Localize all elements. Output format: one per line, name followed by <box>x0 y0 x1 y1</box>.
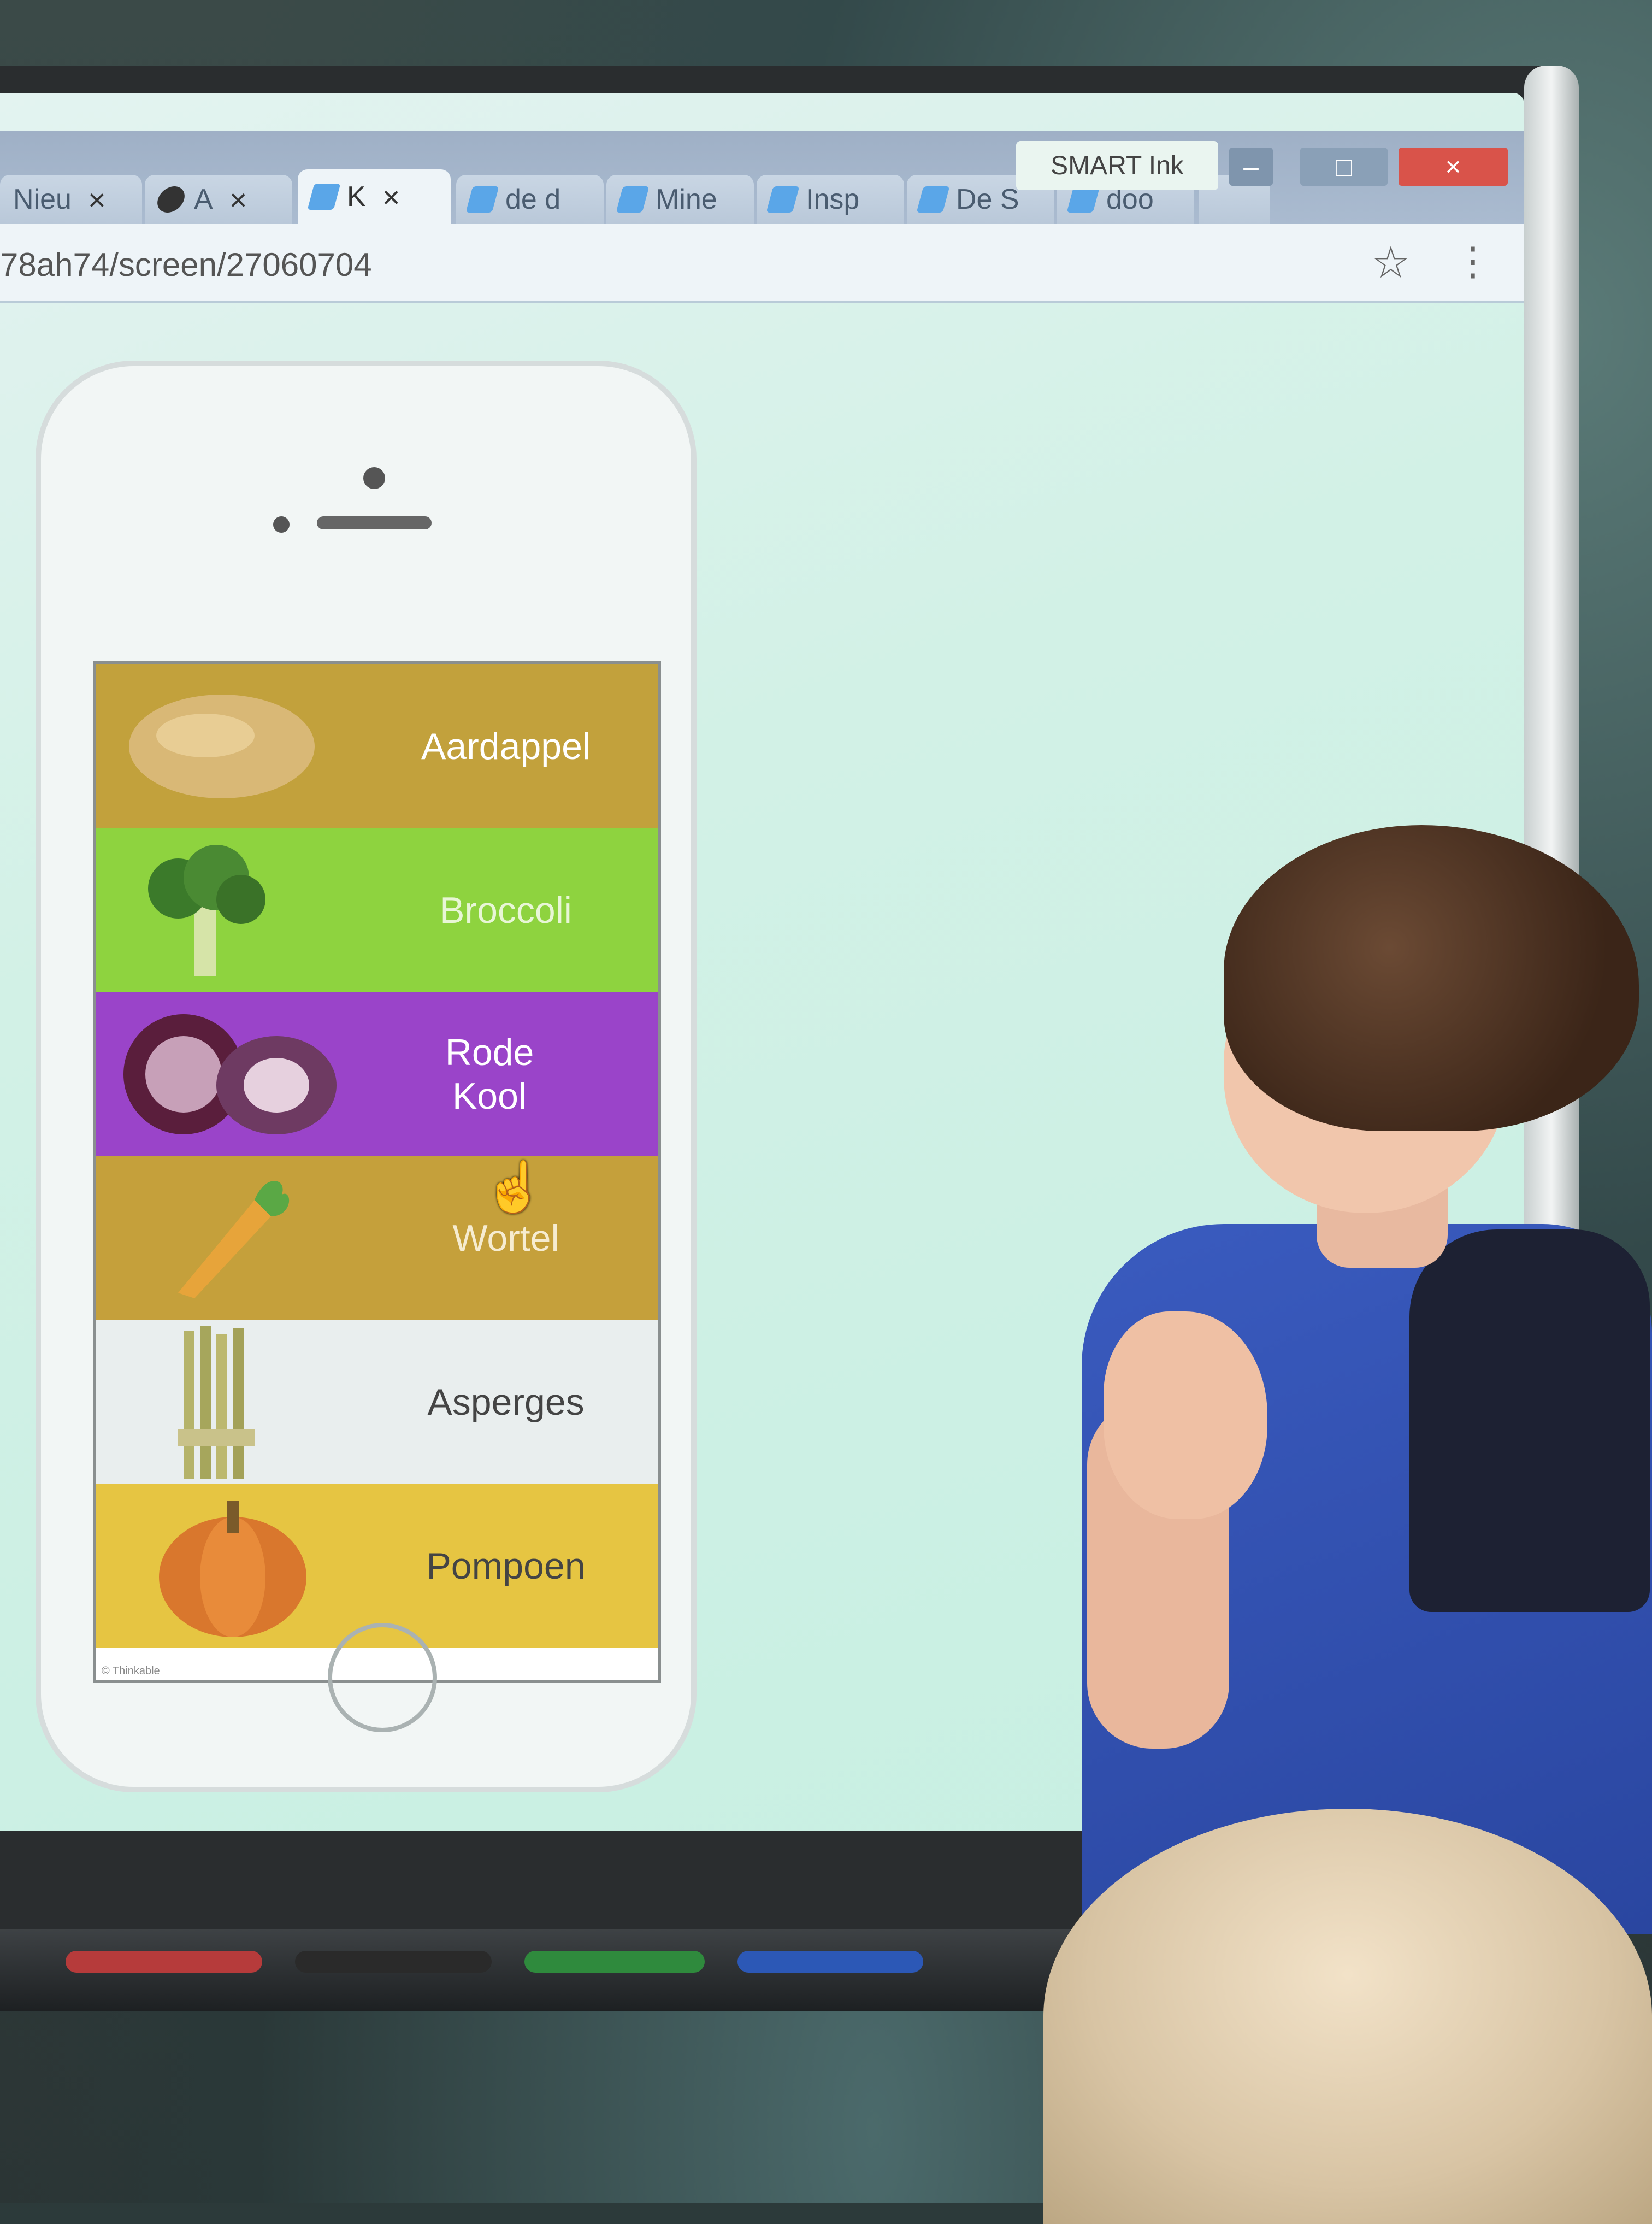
smart-ink-toolbar[interactable]: SMART Ink <box>1016 141 1218 190</box>
feather-icon <box>616 186 650 213</box>
vegetable-list-app: Aardappel Broccoli Rode Kool Wortel Asperges… <box>93 661 661 1683</box>
minimize-button[interactable]: – <box>1229 148 1273 186</box>
tab-5[interactable]: Mine <box>606 175 754 224</box>
speaker-slot <box>317 516 432 529</box>
sensor-dot <box>273 516 290 533</box>
tab-3-active[interactable]: K × <box>298 169 451 224</box>
app-footer: © Thinkable <box>102 1665 160 1677</box>
feather-icon <box>1066 186 1100 213</box>
red-marker[interactable] <box>66 1951 262 1973</box>
list-item[interactable]: Asperges <box>96 1320 658 1484</box>
tab-label: De S <box>956 184 1019 215</box>
potato-icon <box>123 686 320 809</box>
black-marker[interactable] <box>295 1951 492 1973</box>
boy-sleeve <box>1409 1229 1650 1612</box>
bookmark-star-icon[interactable]: ☆ <box>1371 237 1411 288</box>
feather-icon <box>307 184 341 210</box>
list-item-label: Aardappel <box>421 726 591 767</box>
tab-close-icon[interactable]: × <box>229 182 247 217</box>
menu-dots-icon[interactable]: ⋮ <box>1453 238 1492 284</box>
yin-yang-icon <box>154 186 188 213</box>
list-item-label: Broccoli <box>440 890 572 931</box>
red-cabbage-icon <box>118 1003 347 1148</box>
tab-label: A <box>194 184 213 215</box>
list-item-label: Pompoen <box>426 1545 586 1587</box>
tab-label: Insp <box>806 184 860 215</box>
maximize-button[interactable]: □ <box>1300 148 1388 186</box>
list-item[interactable]: Rode Kool <box>96 992 658 1156</box>
close-window-button[interactable]: × <box>1399 148 1508 186</box>
smart-ink-label: SMART Ink <box>1051 151 1184 180</box>
list-item[interactable]: Wortel <box>96 1156 658 1320</box>
tab-1[interactable]: Nieu × <box>0 175 142 224</box>
asparagus-icon <box>167 1320 266 1487</box>
tab-6[interactable]: Insp <box>757 175 904 224</box>
address-bar[interactable]: 78ah74/screen/27060704 ☆ ⋮ <box>0 224 1524 303</box>
broccoli-icon <box>134 839 276 984</box>
tab-label: de d <box>505 184 561 215</box>
list-item-label: Rode Kool <box>445 1032 534 1117</box>
feather-icon <box>766 186 800 213</box>
home-button[interactable] <box>328 1623 437 1732</box>
phone-mockup: Aardappel Broccoli Rode Kool Wortel Asperges… <box>36 361 697 1792</box>
pumpkin-icon <box>151 1490 315 1645</box>
tab-close-icon[interactable]: × <box>382 179 400 215</box>
tab-label: Nieu <box>13 184 72 215</box>
tab-4[interactable]: de d <box>456 175 604 224</box>
list-item[interactable]: Aardappel <box>96 664 658 828</box>
boy-hands <box>1104 1311 1267 1519</box>
list-item-label: Asperges <box>427 1381 585 1423</box>
tab-2[interactable]: A × <box>145 175 292 224</box>
feather-icon <box>916 186 950 213</box>
feather-icon <box>465 186 499 213</box>
carrot-icon <box>156 1167 298 1312</box>
foreground-child-head <box>1043 1809 1652 2224</box>
blue-marker[interactable] <box>738 1951 923 1973</box>
green-marker[interactable] <box>524 1951 705 1973</box>
tab-label: Mine <box>656 184 717 215</box>
url-text: 78ah74/screen/27060704 <box>0 246 372 283</box>
hand-cursor-icon: ☝ <box>483 1160 545 1215</box>
list-item-label: Wortel <box>452 1217 559 1259</box>
camera-dot <box>363 467 385 489</box>
tab-label: K <box>347 181 366 213</box>
list-item[interactable]: Broccoli <box>96 828 658 992</box>
tab-close-icon[interactable]: × <box>88 182 106 217</box>
